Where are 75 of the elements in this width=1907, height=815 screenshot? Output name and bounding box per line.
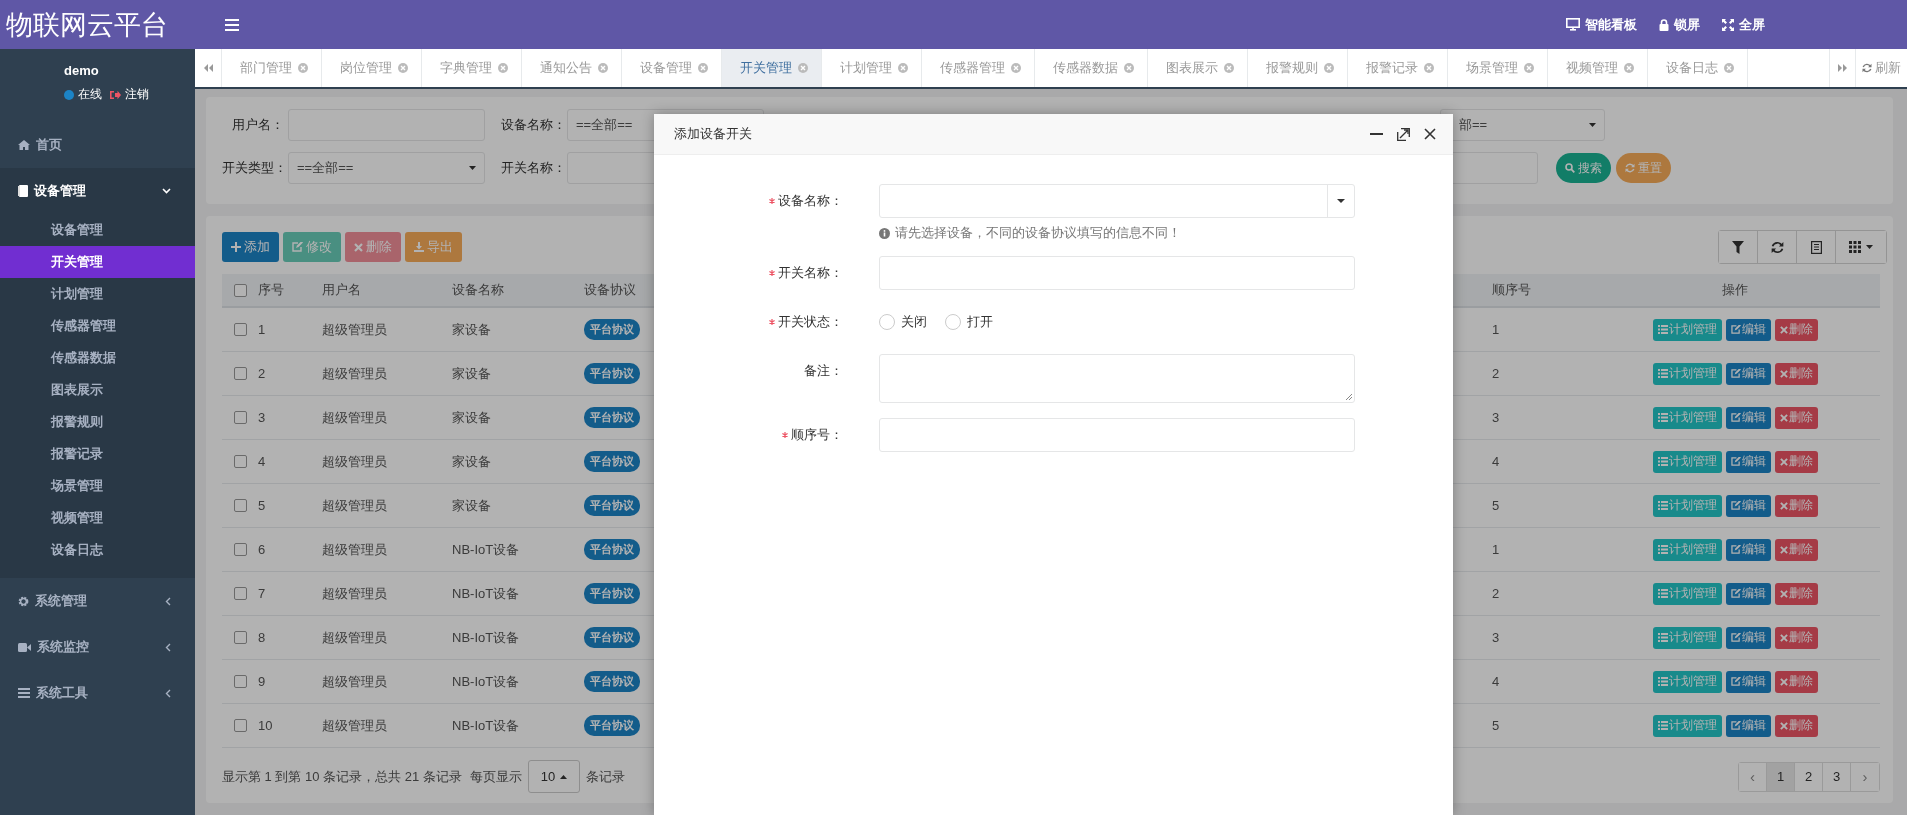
- field-label: 设备名称：: [501, 116, 563, 134]
- dialog-title: 添加设备开关: [674, 125, 752, 143]
- table-cell: 1: [1492, 542, 1500, 557]
- table-cell: 家设备: [452, 320, 491, 339]
- app-logo: 物联网云平台: [0, 0, 195, 49]
- radio-label: 打开: [967, 313, 993, 331]
- table-cell: NB-IoT设备: [452, 540, 520, 559]
- table-cell: NB-IoT设备: [452, 584, 520, 603]
- table-cell: NB-IoT设备: [452, 716, 520, 735]
- table-cell: 超级管理员: [322, 452, 387, 471]
- protocol-badge: 平台协议: [584, 451, 640, 472]
- page-size-label: 每页显示: [469, 767, 522, 786]
- table-cell: 家设备: [452, 496, 491, 515]
- table-cell: 1: [1492, 322, 1500, 337]
- table-cell: 4: [258, 454, 266, 469]
- table-cell: NB-IoT设备: [452, 628, 520, 647]
- field-label: 开关名称：: [501, 159, 563, 177]
- table-cell: 5: [1492, 718, 1500, 733]
- radio-label: 关闭: [901, 313, 927, 331]
- protocol-badge: 平台协议: [584, 363, 640, 384]
- protocol-badge: 平台协议: [584, 319, 640, 340]
- table-cell: 1: [258, 322, 266, 337]
- table-cell: 超级管理员: [322, 672, 387, 691]
- column-header: 序号: [258, 281, 284, 299]
- protocol-badge: 平台协议: [584, 407, 640, 428]
- table-cell: 超级管理员: [322, 628, 387, 647]
- field-label: 顺序号：: [791, 426, 843, 444]
- protocol-badge: 平台协议: [584, 671, 640, 692]
- protocol-badge: 平台协议: [584, 495, 640, 516]
- table-cell: 2: [1492, 366, 1500, 381]
- column-header: 操作: [1722, 281, 1748, 299]
- field-label: 备注：: [804, 362, 843, 380]
- protocol-badge: 平台协议: [584, 627, 640, 648]
- column-header: 设备名称: [452, 281, 504, 299]
- table-cell: 5: [1492, 498, 1500, 513]
- table-cell: 家设备: [452, 364, 491, 383]
- table-cell: 5: [258, 498, 266, 513]
- column-header: 顺序号: [1492, 281, 1531, 299]
- column-header: 设备协议: [584, 281, 636, 299]
- online-status: 在线: [78, 86, 102, 103]
- table-cell: NB-IoT设备: [452, 672, 520, 691]
- protocol-badge: 平台协议: [584, 583, 640, 604]
- protocol-badge: 平台协议: [584, 539, 640, 560]
- table-cell: 家设备: [452, 452, 491, 471]
- field-label: 用户名：: [231, 116, 284, 134]
- table-cell: 3: [1492, 630, 1500, 645]
- table-cell: 超级管理员: [322, 716, 387, 735]
- table-cell: 超级管理员: [322, 320, 387, 339]
- table-cell: 9: [258, 674, 266, 689]
- table-cell: 4: [1492, 454, 1500, 469]
- table-cell: 超级管理员: [322, 408, 387, 427]
- pagination-summary: 显示第 1 到第 10 条记录，总共 21 条记录: [222, 767, 462, 786]
- table-cell: 超级管理员: [322, 540, 387, 559]
- column-header: 用户名: [322, 281, 361, 299]
- field-label: 开关类型：: [222, 159, 284, 177]
- table-cell: 3: [1492, 410, 1500, 425]
- table-cell: 超级管理员: [322, 496, 387, 515]
- table-cell: 超级管理员: [322, 364, 387, 383]
- user-name: demo: [64, 63, 100, 78]
- field-label: 设备名称：: [778, 192, 843, 210]
- table-cell: 超级管理员: [322, 584, 387, 603]
- field-label: 开关状态：: [778, 313, 843, 331]
- field-label: 开关名称：: [778, 264, 843, 282]
- table-cell: 7: [258, 586, 266, 601]
- field-hint: 请先选择设备，不同的设备协议填写的信息不同！: [895, 224, 1181, 242]
- table-cell: 2: [1492, 586, 1500, 601]
- table-cell: 3: [258, 410, 266, 425]
- protocol-badge: 平台协议: [584, 715, 640, 736]
- table-cell: 8: [258, 630, 266, 645]
- table-cell: 6: [258, 542, 266, 557]
- table-cell: 2: [258, 366, 266, 381]
- page-size-suffix: 条记录: [586, 767, 626, 786]
- table-cell: 10: [258, 718, 273, 733]
- table-cell: 家设备: [452, 408, 491, 427]
- table-cell: 4: [1492, 674, 1500, 689]
